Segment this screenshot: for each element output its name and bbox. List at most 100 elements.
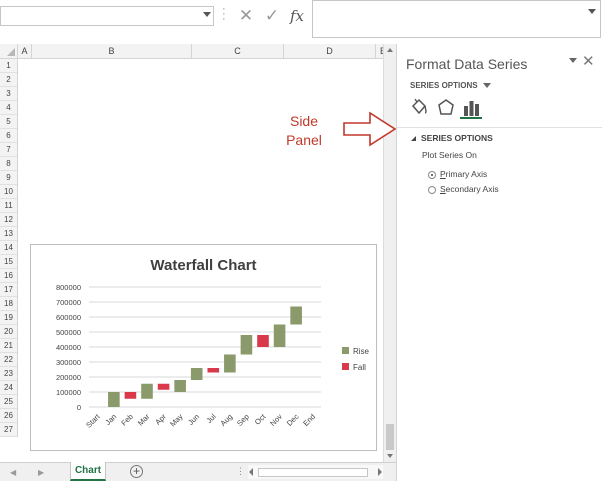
series-options-section-header[interactable]: SERIES OPTIONS	[411, 133, 493, 143]
row-header-7[interactable]: 7	[0, 143, 17, 157]
primary-axis-radio[interactable]	[428, 170, 436, 179]
row-header-9[interactable]: 9	[0, 171, 17, 185]
select-all-button[interactable]	[0, 44, 18, 59]
column-header-b[interactable]: B	[32, 44, 192, 59]
horizontal-scrollbar[interactable]	[248, 465, 383, 479]
row-header-6[interactable]: 6	[0, 129, 17, 143]
fall-bar	[157, 383, 170, 390]
x-tick-label: End	[301, 412, 317, 428]
rise-bar	[290, 306, 302, 325]
panel-title: Format Data Series	[406, 56, 528, 72]
row-header-23[interactable]: 23	[0, 367, 17, 381]
scroll-left-icon[interactable]	[249, 468, 253, 476]
scroll-right-icon[interactable]	[378, 468, 382, 476]
pentagon-icon	[438, 99, 454, 115]
x-tick-label: Feb	[119, 412, 135, 428]
chevron-down-icon[interactable]	[203, 12, 211, 17]
row-header-14[interactable]: 14	[0, 241, 17, 255]
row-header-22[interactable]: 22	[0, 353, 17, 367]
x-tick-label: Jun	[186, 412, 201, 427]
row-header-26[interactable]: 26	[0, 409, 17, 423]
row-header-20[interactable]: 20	[0, 325, 17, 339]
row-header-21[interactable]: 21	[0, 339, 17, 353]
next-sheet-icon[interactable]: ▶	[38, 468, 44, 477]
legend-label: Rise	[353, 347, 370, 356]
name-box[interactable]	[0, 6, 214, 26]
fall-bar	[124, 392, 137, 399]
row-header-12[interactable]: 12	[0, 213, 17, 227]
sheet-tab-chart[interactable]: Chart	[70, 462, 106, 481]
y-tick-label: 100000	[56, 388, 81, 397]
effects-tab[interactable]	[435, 97, 457, 119]
row-header-2[interactable]: 2	[0, 73, 17, 87]
row-header-27[interactable]: 27	[0, 423, 17, 437]
section-header-label: SERIES OPTIONS	[421, 133, 493, 143]
formula-input[interactable]	[312, 0, 601, 38]
x-tick-label: Apr	[153, 412, 168, 427]
vertical-scroll-thumb[interactable]	[386, 424, 394, 450]
insert-function-button[interactable]: fx	[287, 5, 307, 27]
column-header-a[interactable]: A	[18, 44, 32, 59]
row-header-3[interactable]: 3	[0, 87, 17, 101]
tab-split-grip-icon[interactable]: ⋮	[236, 466, 245, 477]
column-header-e[interactable]: E	[376, 44, 383, 59]
add-sheet-button[interactable]: +	[130, 465, 143, 478]
x-tick-label: May	[168, 412, 185, 429]
fill-line-tab[interactable]	[408, 97, 430, 119]
enter-icon[interactable]: ✓	[262, 5, 282, 27]
vertical-scrollbar[interactable]	[383, 44, 396, 462]
prev-sheet-icon[interactable]: ◀	[10, 468, 16, 477]
row-header-5[interactable]: 5	[0, 115, 17, 129]
y-tick-label: 300000	[56, 358, 81, 367]
row-header-16[interactable]: 16	[0, 269, 17, 283]
excel-window: · · · ✕ ✓ fx A B C D E 1 2 3 4 5 6 7 8 9 10 11 12 13 14…	[0, 0, 602, 481]
y-tick-label: 700000	[56, 298, 81, 307]
row-header-19[interactable]: 19	[0, 311, 17, 325]
close-icon[interactable]: ✕	[582, 52, 595, 70]
panel-options-chevron-icon[interactable]	[569, 58, 577, 63]
scroll-up-icon[interactable]	[387, 48, 393, 52]
y-tick-label: 200000	[56, 373, 81, 382]
row-header-4[interactable]: 4	[0, 101, 17, 115]
bar-chart-icon	[464, 101, 479, 116]
fall-bar	[257, 335, 269, 347]
row-header-10[interactable]: 10	[0, 185, 17, 199]
chart-plot[interactable]: 0 100000 200000 300000 400000 500000 600000 700…	[31, 245, 378, 452]
column-header-c[interactable]: C	[192, 44, 284, 59]
panel-divider	[397, 127, 602, 128]
row-header-13[interactable]: 13	[0, 227, 17, 241]
x-tick-label: Sep	[235, 412, 251, 428]
annotation-arrow-icon	[343, 111, 397, 147]
expand-formula-bar-icon[interactable]	[588, 9, 596, 14]
secondary-axis-radio[interactable]	[428, 185, 436, 194]
row-header-18[interactable]: 18	[0, 297, 17, 311]
column-headers: A B C D E	[18, 44, 383, 59]
primary-axis-option[interactable]: Primary Axis	[428, 169, 487, 179]
row-header-8[interactable]: 8	[0, 157, 17, 171]
worksheet-grid[interactable]: A B C D E 1 2 3 4 5 6 7 8 9 10 11 12 13 14 15 16 17 18 19 2…	[0, 44, 383, 462]
x-tick-label: Aug	[218, 412, 234, 428]
y-tick-label: 500000	[56, 328, 81, 337]
x-tick-label: Nov	[268, 412, 284, 428]
horizontal-scroll-thumb[interactable]	[258, 468, 368, 477]
paint-bucket-icon	[411, 98, 427, 115]
cancel-icon[interactable]: ✕	[236, 5, 256, 27]
row-header-24[interactable]: 24	[0, 381, 17, 395]
rise-bar	[141, 383, 153, 399]
y-tick-label: 600000	[56, 313, 81, 322]
annotation-line-1: Side	[289, 113, 319, 129]
series-options-dropdown[interactable]: SERIES OPTIONS	[410, 81, 491, 90]
plot-series-on-label: Plot Series On	[422, 150, 477, 160]
row-header-17[interactable]: 17	[0, 283, 17, 297]
scroll-down-icon[interactable]	[387, 454, 393, 458]
y-tick-label: 400000	[56, 343, 81, 352]
row-header-15[interactable]: 15	[0, 255, 17, 269]
column-header-d[interactable]: D	[284, 44, 376, 59]
chart-object[interactable]: Waterfall Chart 0 100000 200000 300000 40000…	[30, 244, 377, 451]
secondary-axis-option[interactable]: Secondary Axis	[428, 184, 499, 194]
annotation-label: Side Panel	[274, 112, 334, 150]
row-header-1[interactable]: 1	[0, 59, 17, 73]
row-header-11[interactable]: 11	[0, 199, 17, 213]
row-header-25[interactable]: 25	[0, 395, 17, 409]
series-options-tab[interactable]	[460, 97, 482, 119]
